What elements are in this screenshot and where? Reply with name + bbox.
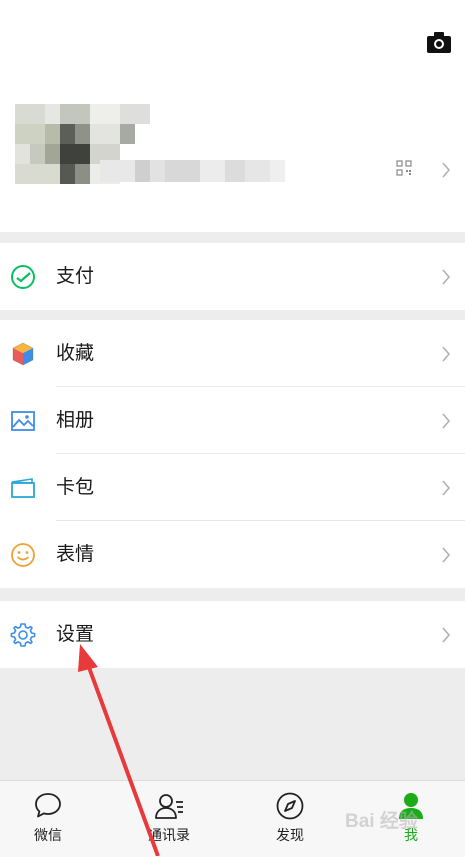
- nickname-blurred: [100, 160, 290, 182]
- profile-header[interactable]: [0, 0, 465, 232]
- compass-icon: [276, 792, 304, 820]
- menu-item-label: 收藏: [56, 342, 95, 364]
- tab-label: 微信: [34, 828, 62, 844]
- chevron-right-icon: [442, 269, 451, 285]
- tab-discover[interactable]: 发现: [245, 781, 335, 857]
- gear-icon: [10, 623, 36, 647]
- menu-item-pay[interactable]: 支付: [0, 243, 465, 310]
- chevron-right-icon: [442, 627, 451, 643]
- chevron-right-icon: [442, 547, 451, 563]
- menu-item-sticker[interactable]: 表情: [0, 521, 465, 588]
- card-wallet-icon: [11, 478, 35, 498]
- menu-item-label: 相册: [56, 409, 95, 431]
- tab-contacts[interactable]: 通讯录: [124, 781, 214, 857]
- smiley-icon: [11, 543, 35, 567]
- pay-group: 支付: [0, 243, 465, 310]
- chevron-right-icon: [442, 346, 451, 362]
- album-image-icon: [11, 411, 35, 431]
- chevron-right-icon: [442, 162, 451, 178]
- chat-bubble-icon: [35, 793, 61, 818]
- menu-item-label: 设置: [56, 623, 95, 645]
- settings-group: 设置: [0, 601, 465, 668]
- qr-code-icon[interactable]: [396, 160, 412, 176]
- tab-label: 通讯录: [148, 828, 190, 844]
- camera-icon[interactable]: [426, 30, 452, 54]
- menu-item-settings[interactable]: 设置: [0, 601, 465, 668]
- favorites-cube-icon: [12, 342, 34, 366]
- menu-item-label: 支付: [56, 265, 95, 287]
- menu-item-label: 卡包: [56, 476, 95, 498]
- tab-chats[interactable]: 微信: [3, 781, 93, 857]
- contacts-icon: [155, 794, 183, 819]
- features-group: 收藏 相册 卡包 表情: [0, 320, 465, 588]
- menu-item-card[interactable]: 卡包: [0, 454, 465, 521]
- tab-label: 发现: [276, 828, 304, 844]
- chevron-right-icon: [442, 413, 451, 429]
- menu-item-favorites[interactable]: 收藏: [0, 320, 465, 387]
- wechat-pay-icon: [11, 265, 35, 289]
- chevron-right-icon: [442, 480, 451, 496]
- watermark: Bai 经验: [345, 811, 418, 832]
- menu-item-album[interactable]: 相册: [0, 387, 465, 454]
- menu-item-label: 表情: [56, 543, 95, 565]
